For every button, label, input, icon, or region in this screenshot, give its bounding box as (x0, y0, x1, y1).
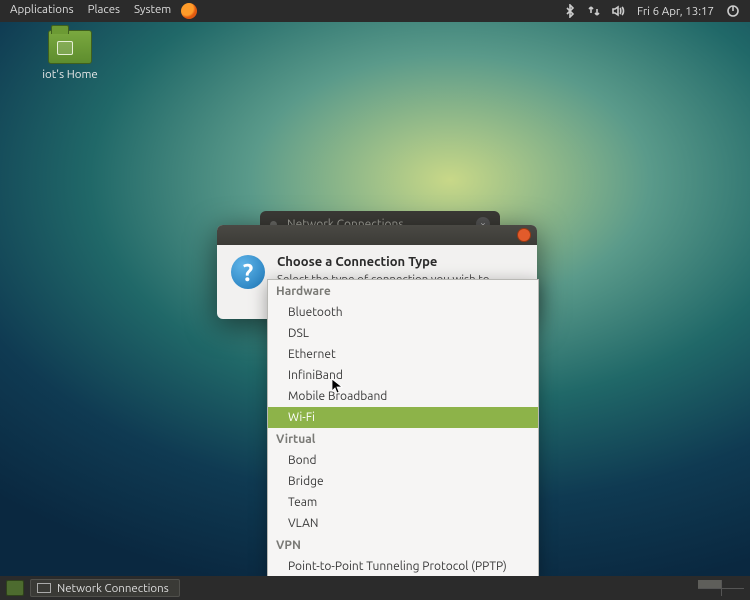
option-bridge[interactable]: Bridge (268, 471, 538, 492)
option-dsl[interactable]: DSL (268, 323, 538, 344)
connection-type-dropdown[interactable]: Hardware Bluetooth DSL Ethernet InfiniBa… (267, 279, 539, 578)
bottom-panel: Network Connections (0, 576, 750, 600)
menu-applications[interactable]: Applications (4, 3, 80, 19)
option-mobile-broadband[interactable]: Mobile Broadband (268, 386, 538, 407)
option-bluetooth[interactable]: Bluetooth (268, 302, 538, 323)
panel-tray: Fri 6 Apr, 13:17 (563, 4, 746, 18)
workspace-4[interactable] (722, 589, 745, 597)
network-connections-icon (37, 583, 51, 593)
volume-icon[interactable] (611, 4, 625, 18)
menu-places[interactable]: Places (82, 3, 126, 19)
panel-menus: Applications Places System (4, 3, 197, 19)
taskbar-button-label: Network Connections (57, 582, 169, 595)
dialog-titlebar[interactable] (217, 225, 537, 245)
workspace-2[interactable] (722, 580, 745, 588)
option-vlan[interactable]: VLAN (268, 513, 538, 534)
show-desktop-button[interactable] (6, 580, 24, 596)
desktop-home-label: iot's Home (30, 68, 110, 81)
question-icon: ? (231, 255, 265, 289)
folder-icon (48, 30, 92, 64)
dialog-heading: Choose a Connection Type (277, 255, 523, 269)
option-infiniband[interactable]: InfiniBand (268, 365, 538, 386)
firefox-launcher-icon[interactable] (181, 3, 197, 19)
group-vpn: VPN (268, 534, 538, 556)
menu-system[interactable]: System (128, 3, 177, 19)
workspace-1[interactable] (698, 580, 721, 588)
workspace-switcher[interactable] (698, 580, 744, 596)
option-bond[interactable]: Bond (268, 450, 538, 471)
workspace-3[interactable] (698, 589, 721, 597)
group-hardware: Hardware (268, 280, 538, 302)
clock[interactable]: Fri 6 Apr, 13:17 (635, 5, 716, 18)
taskbar-network-connections[interactable]: Network Connections (30, 579, 180, 597)
option-wifi[interactable]: Wi-Fi (268, 407, 538, 428)
option-ethernet[interactable]: Ethernet (268, 344, 538, 365)
group-virtual: Virtual (268, 428, 538, 450)
power-icon[interactable] (726, 4, 740, 18)
bluetooth-icon[interactable] (563, 4, 577, 18)
option-pptp[interactable]: Point-to-Point Tunneling Protocol (PPTP) (268, 556, 538, 577)
network-updown-icon[interactable] (587, 4, 601, 18)
top-panel: Applications Places System Fri 6 Apr, 13… (0, 0, 750, 22)
close-icon[interactable] (517, 228, 531, 242)
connection-type-dialog: ? Choose a Connection Type Select the ty… (217, 225, 537, 319)
option-team[interactable]: Team (268, 492, 538, 513)
desktop-home-icon[interactable]: iot's Home (30, 30, 110, 81)
